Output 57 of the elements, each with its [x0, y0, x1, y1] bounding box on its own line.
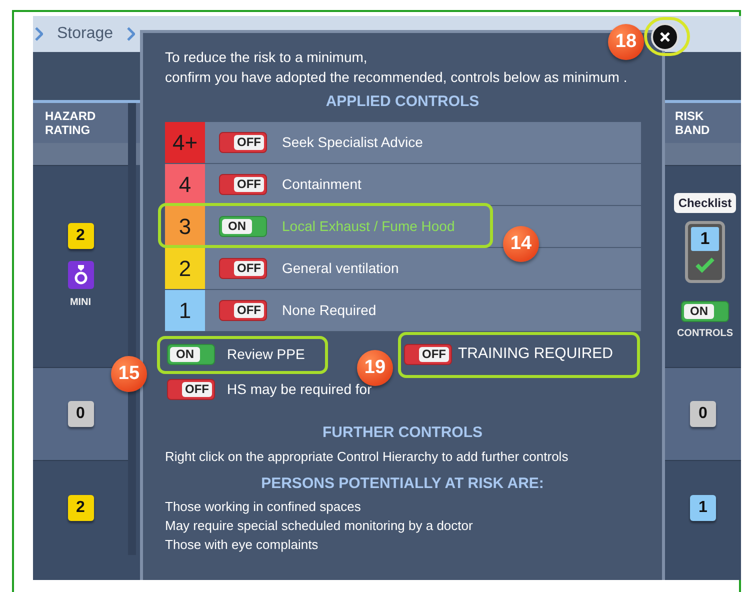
- rating-badge: 1: [690, 495, 716, 521]
- toggle-label: OFF: [234, 302, 264, 318]
- hierarchy-level: 4: [165, 164, 205, 204]
- control-label: Local Exhaust / Fume Hood: [282, 216, 455, 236]
- person-at-risk-item: Those with eye complaints: [165, 536, 320, 554]
- review-ppe-label: Review PPE: [227, 345, 305, 364]
- toggle-label: ON: [684, 304, 714, 318]
- checklist-button[interactable]: Checklist: [674, 192, 736, 212]
- intro-text: confirm you have adopted the recommended, controls below as minimum .: [165, 68, 628, 87]
- chevron-icon: [35, 27, 43, 41]
- rating-badge: 0: [68, 401, 94, 427]
- rating-badge: 2: [68, 223, 94, 249]
- rating-badge: 2: [68, 495, 94, 521]
- chevron-icon: [127, 27, 136, 41]
- hierarchy-level: 4+: [165, 122, 205, 162]
- toggle-label: OFF: [182, 382, 212, 396]
- control-row[interactable]: 4 OFF Containment: [165, 164, 641, 206]
- section-title: APPLIED CONTROLS: [324, 92, 480, 112]
- control-label: None Required: [282, 300, 376, 320]
- control-label: General ventilation: [282, 258, 399, 278]
- toggle-label: OFF: [234, 260, 264, 276]
- section-title: FURTHER CONTROLS: [322, 422, 484, 442]
- risk-band-value: 1: [690, 226, 719, 250]
- column-header: HAZARD RATING: [33, 103, 128, 143]
- toggle-switch[interactable]: OFF: [219, 300, 267, 320]
- toggle-switch[interactable]: ON: [219, 216, 267, 236]
- rating-badge: 0: [690, 401, 716, 427]
- toggle-switch[interactable]: OFF: [404, 344, 452, 365]
- toggle-switch[interactable]: OFF: [219, 132, 267, 152]
- toggle-switch[interactable]: OFF: [219, 258, 267, 278]
- control-label: Seek Specialist Advice: [282, 132, 423, 152]
- controls-label: CONTROLS: [676, 326, 734, 340]
- breadcrumb-link[interactable]: Storage: [57, 22, 114, 46]
- hierarchy-level: 3: [165, 206, 205, 246]
- toggle-switch[interactable]: OFF: [219, 174, 267, 194]
- control-row[interactable]: 1 OFF None Required: [165, 290, 641, 332]
- toggle-switch[interactable]: ON: [167, 344, 215, 365]
- hazard-tag: MINI: [70, 295, 92, 310]
- toggle-switch[interactable]: OFF: [167, 378, 215, 400]
- further-controls-text: Right click on the appropriate Control Hierarchy to add further controls: [165, 448, 570, 464]
- hierarchy-level: 2: [165, 248, 205, 288]
- hierarchy-level: 1: [165, 290, 205, 330]
- control-label: Containment: [282, 174, 362, 194]
- toggle-label: OFF: [419, 347, 449, 362]
- toggle-label: OFF: [234, 176, 264, 192]
- toggle-label: ON: [170, 347, 200, 362]
- control-row[interactable]: 4+ OFF Seek Specialist Advice: [165, 122, 641, 164]
- column-header: RISK BAND: [665, 103, 741, 143]
- intro-text: To reduce the risk to a minimum,: [165, 48, 368, 67]
- control-row[interactable]: 2 OFF General ventilation: [165, 248, 641, 290]
- toggle-switch[interactable]: ON: [680, 300, 729, 322]
- training-label: TRAINING REQUIRED: [458, 344, 614, 364]
- person-at-risk-item: Those working in confined spaces: [165, 498, 362, 516]
- section-title: PERSONS POTENTIALLY AT RISK ARE:: [260, 474, 545, 492]
- toggle-label: OFF: [234, 134, 264, 150]
- person-at-risk-item: May require special scheduled monitoring by a doctor: [165, 516, 474, 534]
- toggle-label: ON: [222, 218, 252, 234]
